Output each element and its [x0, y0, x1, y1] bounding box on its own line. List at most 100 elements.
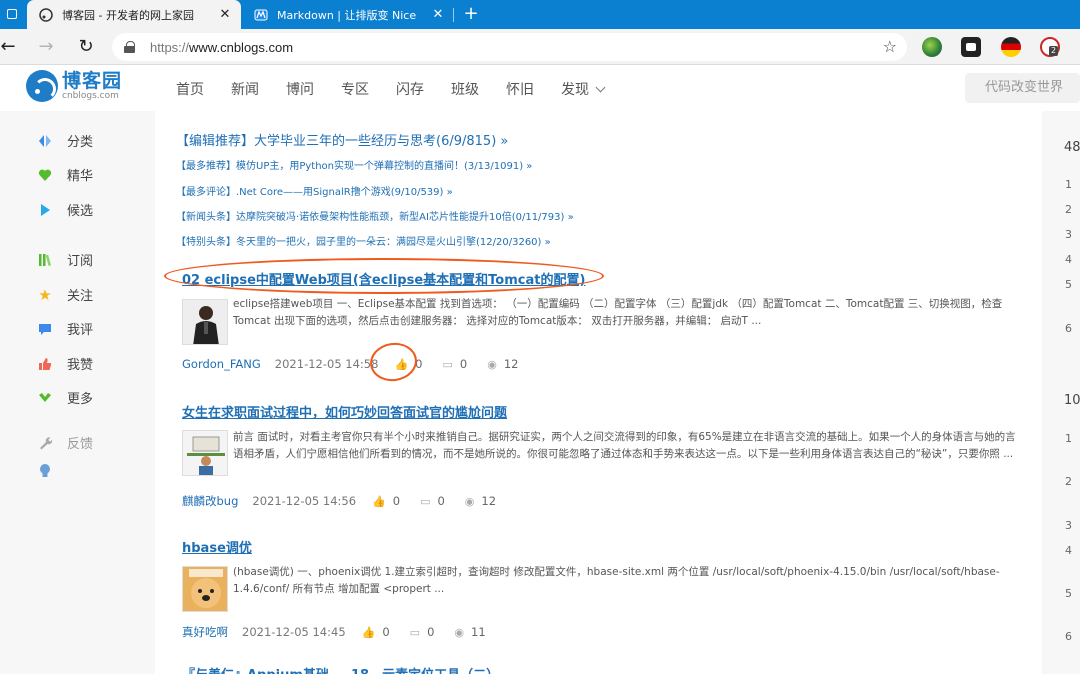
lightbulb-icon[interactable]	[38, 464, 67, 478]
tab-actions-icon[interactable]	[0, 0, 27, 29]
promo-link-most-commented[interactable]: 【最多评论】.Net Core——用SignalR撸个游戏(9/10/539) …	[176, 183, 453, 198]
sidebar-item-more[interactable]: 更多	[38, 388, 93, 407]
comment-icon[interactable]: ▭	[420, 495, 430, 508]
browser-tab-markdown[interactable]: Markdown | 让排版变 Nice ✕	[242, 0, 454, 29]
view-count: 12	[481, 494, 497, 508]
sidebar-item-category[interactable]: 分类	[38, 131, 93, 150]
favorite-star-icon[interactable]: ☆	[883, 37, 897, 56]
right-list-index: 6	[1065, 322, 1072, 335]
sidebar-item-my-likes[interactable]: 我赞	[38, 354, 93, 373]
post-date: 2021-12-05 14:58	[274, 357, 379, 371]
promo-link-special-headline[interactable]: 【特别头条】冬天里的一把火，园子里的一朵云：满园尽是火山引擎(12/20/326…	[176, 233, 551, 248]
promo-tag: 【最多推荐】	[176, 161, 236, 172]
right-list-index: 2	[1065, 203, 1072, 216]
sidebar-item-label: 我评	[67, 323, 94, 338]
like-count: 0	[382, 625, 390, 639]
post-meta: 麒麟改bug 2021-12-05 14:56 👍 0 ▭ 0 ◉ 12	[182, 493, 496, 509]
post-author[interactable]: 麒麟改bug	[182, 493, 238, 509]
comment-icon	[38, 322, 52, 336]
tab-title: 博客园 - 开发者的网上家园	[62, 8, 194, 22]
comment-icon[interactable]: ▭	[442, 358, 452, 371]
nav-nostalgia[interactable]: 怀旧	[506, 79, 534, 99]
sidebar-item-label: 反馈	[67, 437, 94, 452]
eye-icon: ◉	[454, 625, 465, 639]
new-tab-icon[interactable]: +	[460, 3, 482, 25]
thumbs-up-icon[interactable]: 👍	[362, 626, 376, 639]
extension-flag-icon[interactable]	[1001, 37, 1021, 57]
forward-icon[interactable]: →	[32, 33, 60, 61]
nav-zones[interactable]: 专区	[341, 79, 369, 99]
promo-link-most-recommended[interactable]: 【最多推荐】模仿UP主，用Python实现一个弹幕控制的直播间！(3/13/10…	[176, 157, 532, 172]
author-avatar[interactable]	[182, 566, 228, 612]
post-summary: (hbase调优) 一、phoenix调优 1.建立索引超时，查询超时 修改配置…	[233, 566, 1000, 595]
tab-close-icon[interactable]: ✕	[215, 7, 235, 22]
site-logo[interactable]: 博客园 cnblogs.com	[26, 70, 122, 102]
extension-badge: 2	[1049, 46, 1059, 56]
right-stat-number: 10	[1064, 393, 1080, 408]
eye-icon: ◉	[487, 357, 497, 371]
url-text[interactable]: https://www.cnblogs.com	[150, 40, 293, 55]
refresh-icon[interactable]: ↻	[72, 33, 100, 61]
chevron-down-icon	[595, 82, 606, 93]
right-list-index: 3	[1065, 519, 1072, 532]
browser-toolbar: ← → ↻ https://www.cnblogs.com ☆	[0, 29, 1080, 65]
post-meta: Gordon_FANG 2021-12-05 14:58 👍 0 ▭ 0 ◉ 12	[182, 357, 518, 371]
comment-icon[interactable]: ▭	[410, 626, 420, 639]
sidebar-item-feedback[interactable]: 反馈	[38, 433, 93, 452]
logo-name: 博客园	[62, 70, 123, 92]
nav-qa[interactable]: 博问	[286, 79, 314, 99]
sidebar-item-my-comments[interactable]: 我评	[38, 319, 93, 338]
promo-link-news-headline[interactable]: 【新闻头条】达摩院突破冯·诺依曼架构性能瓶颈，新型AI芯片性能提升10倍(0/1…	[176, 208, 574, 223]
tab-close-icon[interactable]: ✕	[428, 7, 448, 22]
eye-icon: ◉	[464, 494, 475, 508]
nav-flash[interactable]: 闪存	[396, 79, 424, 99]
right-list-index: 4	[1065, 253, 1072, 266]
post-summary: eclipse搭建web项目 一、Eclipse基本配置 找到首选项： （一）配…	[233, 298, 1003, 327]
right-list-index: 5	[1065, 587, 1072, 600]
post-title-link[interactable]: 『与善仁』Appium基础 — 18、元素定位工具（二）	[182, 664, 499, 674]
nav-classes[interactable]: 班级	[451, 79, 479, 99]
books-icon	[38, 253, 52, 267]
nav-home[interactable]: 首页	[176, 79, 204, 99]
right-list-index: 5	[1065, 278, 1072, 291]
nav-discover[interactable]: 发现	[561, 79, 606, 99]
sidebar-item-label: 订阅	[67, 254, 94, 269]
sidebar-item-label: 关注	[67, 289, 94, 304]
like-count: 0	[392, 494, 401, 508]
nav-discover-label: 发现	[561, 82, 589, 98]
author-avatar[interactable]	[182, 430, 228, 476]
extension-globe-icon[interactable]	[922, 37, 942, 57]
right-list-index: 1	[1065, 178, 1072, 191]
sidebar-item-candidate[interactable]: 候选	[38, 200, 93, 219]
post-title-link[interactable]: hbase调优	[182, 537, 252, 556]
promo-link-editor[interactable]: 【编辑推荐】大学毕业三年的一些经历与思考(6/9/815) »	[176, 130, 508, 149]
lock-icon[interactable]	[124, 41, 135, 53]
thumbs-up-icon[interactable]: 👍	[372, 495, 386, 508]
site-search-input[interactable]: 代码改变世界	[965, 73, 1080, 103]
post-date: 2021-12-05 14:56	[252, 494, 357, 508]
promo-tag: 【编辑推荐】	[176, 134, 255, 149]
back-icon[interactable]: ←	[0, 33, 22, 61]
author-avatar[interactable]	[182, 299, 228, 345]
right-list-index: 2	[1065, 475, 1072, 488]
browser-tab-strip: 博客园 - 开发者的网上家园 ✕ Markdown | 让排版变 Nice ✕ …	[0, 0, 1080, 29]
comment-count: 0	[427, 625, 435, 639]
cnblogs-favicon-icon	[38, 7, 54, 23]
sidebar-item-subscribe[interactable]: 订阅	[38, 250, 93, 269]
promo-text: 大学毕业三年的一些经历与思考(6/9/815) »	[254, 134, 509, 149]
browser-tab-cnblogs[interactable]: 博客园 - 开发者的网上家园 ✕	[27, 0, 241, 29]
post-author[interactable]: Gordon_FANG	[182, 357, 261, 371]
wrench-icon	[38, 436, 52, 450]
url-host: www.cnblogs.com	[189, 39, 294, 55]
sidebar-item-featured[interactable]: 精华	[38, 165, 93, 184]
nav-news[interactable]: 新闻	[231, 79, 259, 99]
right-list-index: 3	[1065, 228, 1072, 241]
promo-text: 冬天里的一把火，园子里的一朵云：满园尽是火山引擎(12/20/3260) »	[236, 237, 551, 248]
sidebar-item-follow[interactable]: ★ 关注	[38, 285, 94, 305]
site-header: 博客园 cnblogs.com 首页 新闻 博问 专区 闪存 班级 怀旧 发现 …	[0, 65, 1080, 111]
main-content: 【编辑推荐】大学毕业三年的一些经历与思考(6/9/815) » 【最多推荐】模仿…	[155, 111, 1042, 674]
address-bar[interactable]: https://www.cnblogs.com ☆	[112, 33, 907, 61]
post-author[interactable]: 真好吃啊	[182, 624, 228, 640]
post-title-link[interactable]: 女生在求职面试过程中，如何巧妙回答面试官的尴尬问题	[182, 402, 507, 421]
extension-app-icon[interactable]	[961, 37, 981, 57]
